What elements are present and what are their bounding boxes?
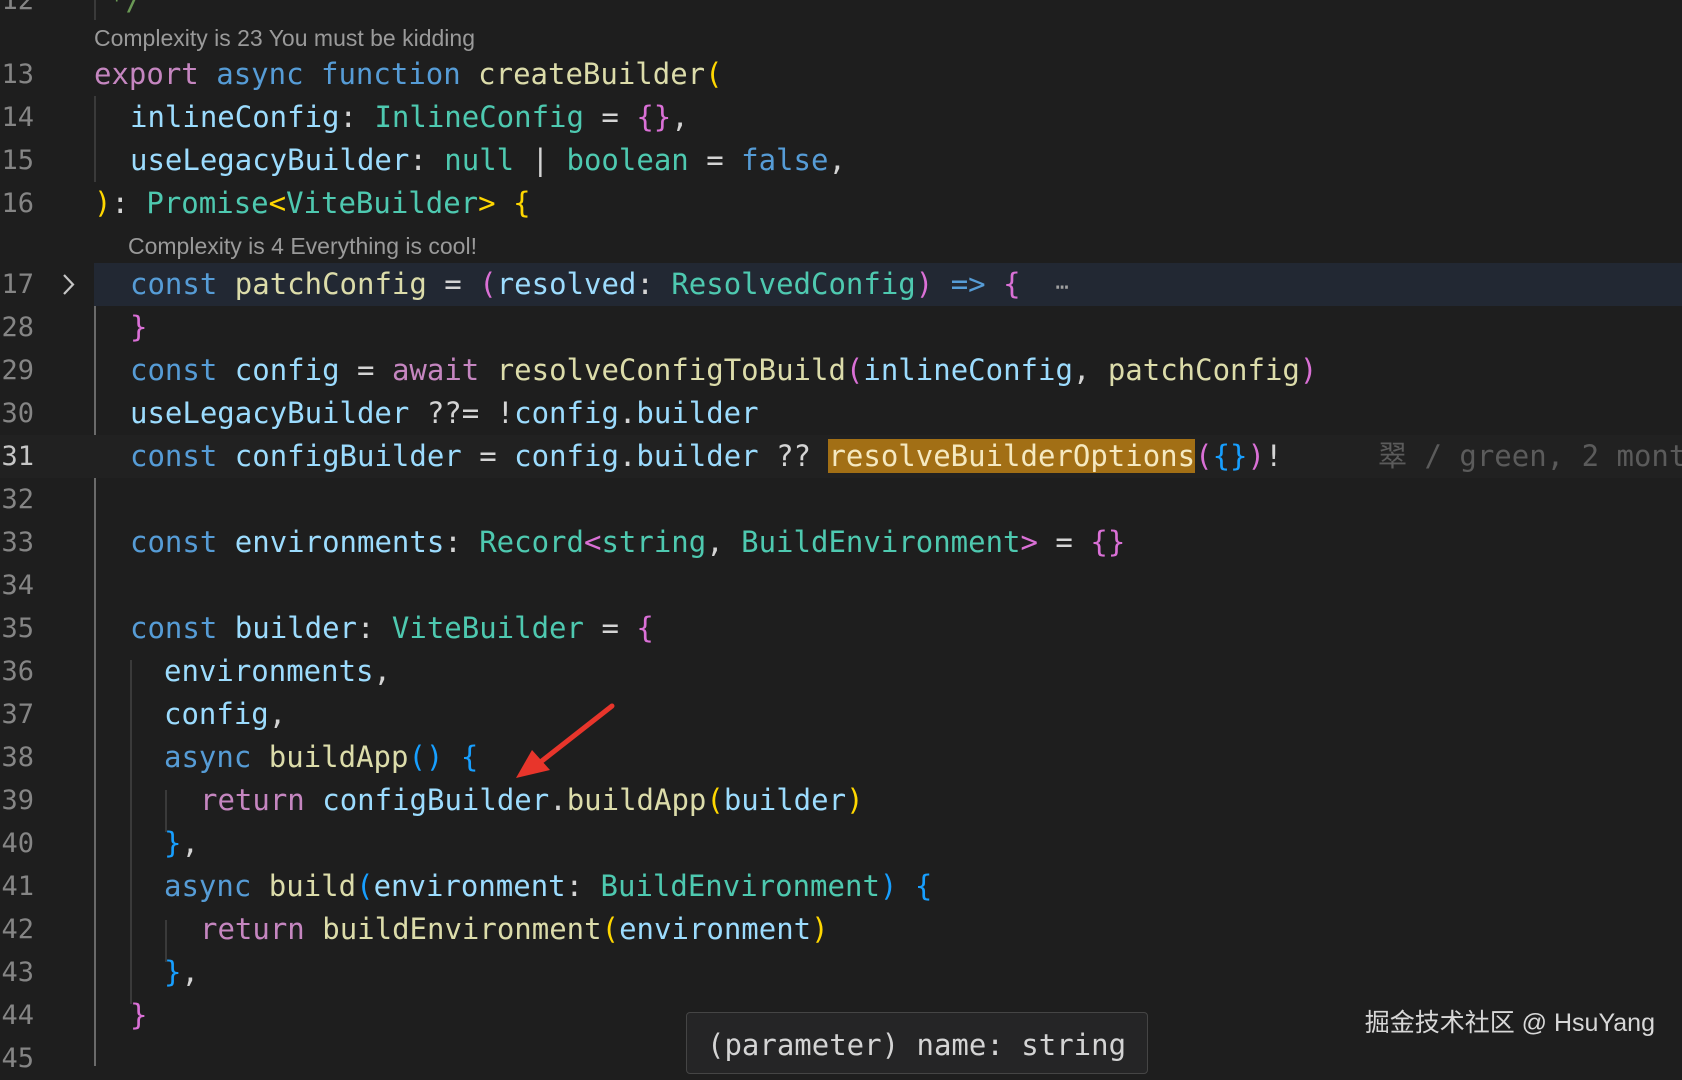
line-number: 35 — [1, 613, 34, 644]
code-text: return configBuilder.buildApp(builder) — [200, 783, 864, 817]
code-text: config, — [164, 697, 287, 731]
line-number: 41 — [1, 871, 34, 902]
code-text: } — [130, 998, 148, 1032]
find-match-highlight: resolveBuilderOptions — [828, 439, 1196, 473]
line-number: 45 — [1, 1043, 34, 1074]
code-text: const config = await resolveConfigToBuil… — [130, 353, 1318, 387]
code-line-35[interactable]: 35 const builder: ViteBuilder = { — [0, 607, 1682, 650]
red-arrow-annotation — [516, 703, 615, 778]
code-line-41[interactable]: 41 async build(environment: BuildEnviron… — [0, 865, 1682, 908]
chevron-right-icon[interactable] — [56, 263, 80, 306]
line-number: 36 — [1, 656, 34, 687]
code-editor[interactable]: 12 */ Complexity is 23 You must be kiddi… — [0, 0, 1682, 1074]
code-text: async build(environment: BuildEnvironmen… — [164, 869, 933, 903]
code-text: environments, — [164, 654, 391, 688]
line-number: 34 — [1, 570, 34, 601]
code-line-33[interactable]: 33 const environments: Record<string, Bu… — [0, 521, 1682, 564]
code-line-16[interactable]: 16 ): Promise<ViteBuilder> { — [0, 182, 1682, 225]
code-text: const configBuilder = config.builder ?? … — [130, 439, 1283, 473]
line-number: 32 — [1, 484, 34, 515]
line-number: 30 — [1, 398, 34, 429]
code-line-13[interactable]: 13 export async function createBuilder( — [0, 53, 1682, 96]
code-line-31[interactable]: 31 const configBuilder = config.builder … — [0, 435, 1682, 478]
line-number: 15 — [1, 145, 34, 176]
line-number: 12 — [1, 0, 34, 16]
tooltip-text: (parameter) name: string — [707, 1028, 1127, 1062]
code-line-39[interactable]: 39 return configBuilder.buildApp(builder… — [0, 779, 1682, 822]
ellipsis-icon[interactable]: ⋯ — [1055, 275, 1068, 300]
line-number: 28 — [1, 312, 34, 343]
line-number: 42 — [1, 914, 34, 945]
code-line-43[interactable]: 43 }, — [0, 951, 1682, 994]
code-text: async buildApp() { — [164, 740, 479, 774]
code-text: } — [130, 310, 148, 344]
code-line-36[interactable]: 36 environments, — [0, 650, 1682, 693]
code-line-28[interactable]: 28 } — [0, 306, 1682, 349]
code-text: }, — [164, 826, 199, 860]
code-line-30[interactable]: 30 useLegacyBuilder ??= !config.builder — [0, 392, 1682, 435]
code-text: export async function createBuilder( — [94, 57, 723, 91]
line-number: 13 — [1, 59, 34, 90]
code-line-34[interactable]: 34 — [0, 564, 1682, 607]
line-number: 14 — [1, 102, 34, 133]
hover-tooltip: (parameter) name: string — [686, 1012, 1148, 1074]
code-line-14[interactable]: 14 inlineConfig: InlineConfig = {}, — [0, 96, 1682, 139]
code-text: useLegacyBuilder: null | boolean = false… — [130, 143, 846, 177]
code-lens-complexity[interactable]: Complexity is 23 You must be kidding — [94, 21, 475, 55]
code-line-29[interactable]: 29 const config = await resolveConfigToB… — [0, 349, 1682, 392]
code-line-17-gutter: 17 — [0, 263, 94, 306]
line-number: 17 — [1, 269, 34, 300]
code-text: }, — [164, 955, 199, 989]
line-number: 39 — [1, 785, 34, 816]
code-text: inlineConfig: InlineConfig = {}, — [130, 100, 689, 134]
code-text: ): Promise<ViteBuilder> { — [94, 186, 531, 220]
code-line-15[interactable]: 15 useLegacyBuilder: null | boolean = fa… — [0, 139, 1682, 182]
code-text: const patchConfig = (resolved: ResolvedC… — [130, 267, 1069, 301]
line-number: 31 — [1, 441, 34, 472]
code-text: const environments: Record<string, Build… — [130, 525, 1126, 559]
code-line-37[interactable]: 37 config, — [0, 693, 1682, 736]
line-number: 33 — [1, 527, 34, 558]
code-line-32[interactable]: 32 — [0, 478, 1682, 521]
line-number: 29 — [1, 355, 34, 386]
code-text: return buildEnvironment(environment) — [200, 912, 829, 946]
code-line-17[interactable]: const patchConfig = (resolved: ResolvedC… — [94, 263, 1682, 306]
code-text: useLegacyBuilder ??= !config.builder — [130, 396, 759, 430]
code-line-38[interactable]: 38 async buildApp() { — [0, 736, 1682, 779]
code-line-12[interactable]: 12 */ — [0, 0, 1682, 22]
line-number: 43 — [1, 957, 34, 988]
line-number: 44 — [1, 1000, 34, 1031]
code-text: */ — [108, 0, 143, 17]
line-number: 40 — [1, 828, 34, 859]
line-number: 37 — [1, 699, 34, 730]
git-blame-annotation: 翠 / green, 2 mont — [1378, 439, 1682, 473]
watermark: 掘金技术社区 @ HsuYang — [1364, 1009, 1655, 1037]
code-text: const builder: ViteBuilder = { — [130, 611, 654, 645]
code-lens-complexity[interactable]: Complexity is 4 Everything is cool! — [128, 229, 477, 263]
code-line-42[interactable]: 42 return buildEnvironment(environment) — [0, 908, 1682, 951]
line-number: 16 — [1, 188, 34, 219]
line-number: 38 — [1, 742, 34, 773]
code-line-40[interactable]: 40 }, — [0, 822, 1682, 865]
